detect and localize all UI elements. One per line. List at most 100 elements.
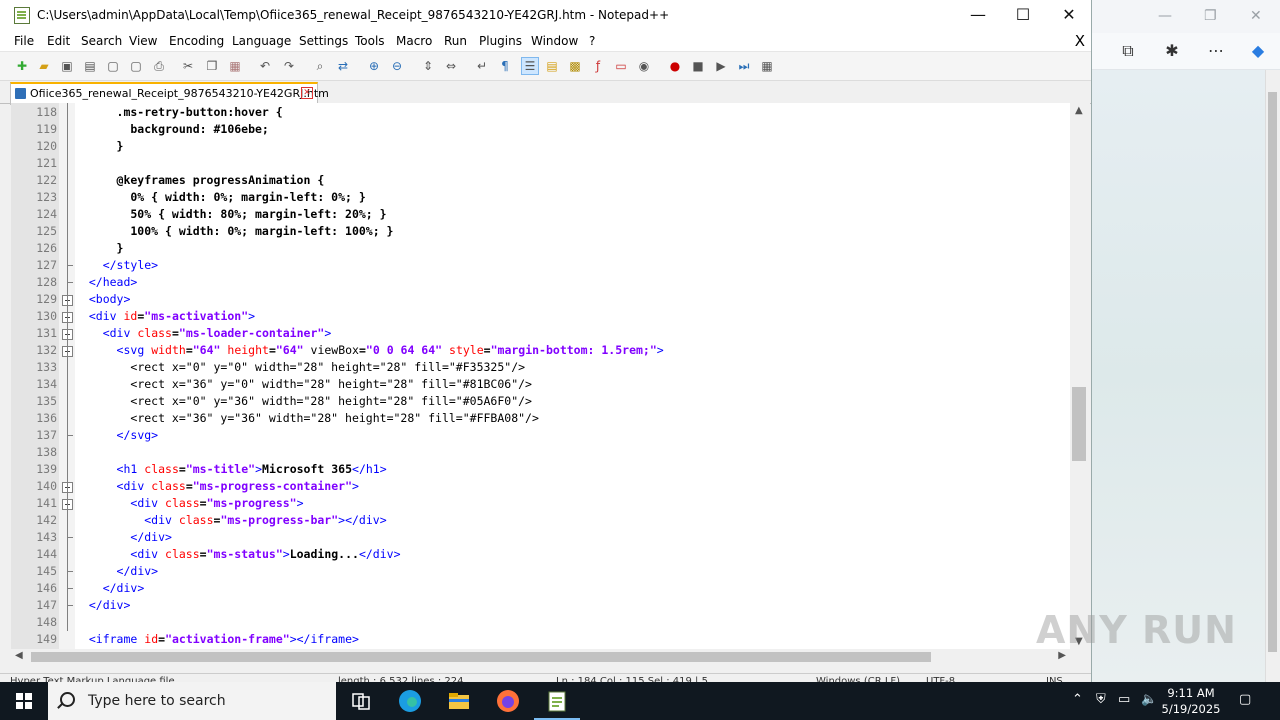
record-macro-icon[interactable]: ● <box>667 58 683 74</box>
security-icon[interactable]: ⛨ <box>1096 692 1106 707</box>
code-line: </div> <box>116 564 159 578</box>
close-all-icon[interactable]: ▢ <box>128 58 144 74</box>
browser-toolbar: ⧉ ✱ ⋯ ◆ <box>1092 33 1280 70</box>
firefox-icon[interactable] <box>495 688 521 714</box>
fold-guide <box>67 103 68 631</box>
close-document-button[interactable]: X <box>1075 32 1085 50</box>
menu-settings[interactable]: Settings <box>299 34 348 48</box>
watermark-logo: ANY RUN <box>1036 608 1237 652</box>
code-line: 0% { width: 0%; margin-left: 0%; } <box>75 190 366 204</box>
paste-icon[interactable]: ▦ <box>227 58 243 74</box>
sync-horizontal-icon[interactable]: ⇔ <box>443 58 459 74</box>
volume-icon[interactable]: 🔈 <box>1141 692 1157 707</box>
code-line: </head> <box>88 275 138 289</box>
scroll-up-icon[interactable]: ▲ <box>1075 105 1083 116</box>
open-file-icon[interactable]: ▰ <box>36 58 52 74</box>
browser-scrollbar[interactable] <box>1265 70 1280 682</box>
menu-search[interactable]: Search <box>81 34 122 48</box>
code-line: </style> <box>102 258 159 272</box>
code-line: <rect x="36" y="36" width="28" height="2… <box>130 411 539 425</box>
folder-workspace-icon[interactable]: ▭ <box>613 58 629 74</box>
menu-language[interactable]: Language <box>232 34 291 48</box>
copy-icon[interactable]: ❐ <box>204 58 220 74</box>
fold-end-marker <box>67 588 73 589</box>
menu-run[interactable]: Run <box>444 34 467 48</box>
close-tab-icon[interactable]: ✕ <box>301 87 313 99</box>
save-all-icon[interactable]: ▤ <box>82 58 98 74</box>
maximize-button[interactable]: ☐ <box>1009 5 1037 25</box>
new-file-icon[interactable]: ✚ <box>14 58 30 74</box>
copilot-icon[interactable]: ◆ <box>1248 41 1268 61</box>
menu-encoding[interactable]: Encoding <box>169 34 224 48</box>
restore-icon[interactable]: ❐ <box>1204 8 1217 24</box>
menu-bar: File Edit Search View Encoding Language … <box>0 31 1091 52</box>
editor-vertical-scrollbar[interactable]: ▲ ▼ <box>1070 103 1090 649</box>
code-line: <div id="ms-activation"> <box>88 309 256 323</box>
edge-icon[interactable] <box>397 688 423 714</box>
minimize-button[interactable]: — <box>964 5 992 25</box>
code-line: 50% { width: 80%; margin-left: 20%; } <box>75 207 387 221</box>
undo-icon[interactable]: ↶ <box>257 58 273 74</box>
udl-icon[interactable]: ▤ <box>544 58 560 74</box>
line-number: 122 <box>36 173 57 187</box>
word-wrap-icon[interactable]: ↵ <box>474 58 490 74</box>
run-macro-multiple-icon[interactable]: ⏭ <box>736 58 752 74</box>
tab-document[interactable]: Ofiice365_renewal_Receipt_9876543210-YE4… <box>10 82 329 105</box>
function-list-icon[interactable]: ƒ <box>590 58 606 74</box>
stop-record-icon[interactable]: ■ <box>690 58 706 74</box>
indent-guide-icon[interactable]: ☰ <box>521 57 539 75</box>
sync-vertical-icon[interactable]: ⇕ <box>420 58 436 74</box>
print-icon[interactable]: ⎙ <box>151 58 167 74</box>
start-button[interactable] <box>0 682 48 720</box>
hscroll-thumb[interactable] <box>31 652 931 662</box>
menu-window[interactable]: Window <box>531 34 578 48</box>
code-editor[interactable]: 118 119 120 121 122 123 124 125 126 127 128 129 130 1… <box>11 103 1070 649</box>
line-number: 128 <box>36 275 57 289</box>
show-all-chars-icon[interactable]: ¶ <box>497 58 513 74</box>
minimize-icon[interactable]: — <box>1158 8 1172 24</box>
cut-icon[interactable]: ✂ <box>180 58 196 74</box>
editor-horizontal-scrollbar[interactable]: ◀ ▶ <box>11 649 1070 665</box>
task-view-icon[interactable] <box>348 688 374 714</box>
extensions-icon[interactable]: ✱ <box>1162 41 1182 61</box>
line-number: 118 <box>36 105 57 119</box>
code-line: <svg width="64" height="64" viewBox="0 0… <box>116 343 664 357</box>
code-line: <rect x="0" y="36" width="28" height="28… <box>130 394 532 408</box>
file-explorer-icon[interactable] <box>446 688 472 714</box>
menu-help[interactable]: ? <box>589 34 595 48</box>
tray-chevron-icon[interactable]: ⌃ <box>1072 692 1083 707</box>
fold-end-marker <box>67 282 73 283</box>
menu-view[interactable]: View <box>129 34 157 48</box>
more-options-icon[interactable]: ⋯ <box>1206 41 1226 61</box>
zoom-in-icon[interactable]: ⊕ <box>366 58 382 74</box>
line-number: 145 <box>36 564 57 578</box>
zoom-out-icon[interactable]: ⊖ <box>389 58 405 74</box>
doc-map-icon[interactable]: ▩ <box>567 58 583 74</box>
redo-icon[interactable]: ↷ <box>281 58 297 74</box>
scroll-left-icon[interactable]: ◀ <box>15 650 23 661</box>
line-number: 143 <box>36 530 57 544</box>
close-button[interactable]: ✕ <box>1055 5 1083 25</box>
taskbar-search[interactable]: Type here to search <box>48 682 336 720</box>
menu-plugins[interactable]: Plugins <box>479 34 522 48</box>
menu-edit[interactable]: Edit <box>47 34 70 48</box>
notepadpp-taskbar-icon[interactable] <box>534 688 580 720</box>
playback-macro-icon[interactable]: ▶ <box>713 58 729 74</box>
find-icon[interactable]: ⌕ <box>312 58 328 74</box>
line-number: 129 <box>36 292 57 306</box>
collections-icon[interactable]: ⧉ <box>1118 41 1138 61</box>
save-macro-icon[interactable]: ▦ <box>759 58 775 74</box>
menu-macro[interactable]: Macro <box>396 34 432 48</box>
notifications-icon[interactable]: ▢ <box>1239 692 1251 707</box>
line-number: 147 <box>36 598 57 612</box>
network-icon[interactable]: ▭ <box>1118 692 1130 707</box>
close-icon[interactable]: ✕ <box>1250 8 1262 24</box>
scroll-thumb[interactable] <box>1072 387 1086 461</box>
menu-tools[interactable]: Tools <box>355 34 385 48</box>
clock[interactable]: 9:11 AM 5/19/2025 <box>1160 685 1222 717</box>
save-icon[interactable]: ▣ <box>59 58 75 74</box>
close-file-icon[interactable]: ▢ <box>105 58 121 74</box>
menu-file[interactable]: File <box>14 34 34 48</box>
monitoring-icon[interactable]: ◉ <box>636 58 652 74</box>
replace-icon[interactable]: ⇄ <box>335 58 351 74</box>
